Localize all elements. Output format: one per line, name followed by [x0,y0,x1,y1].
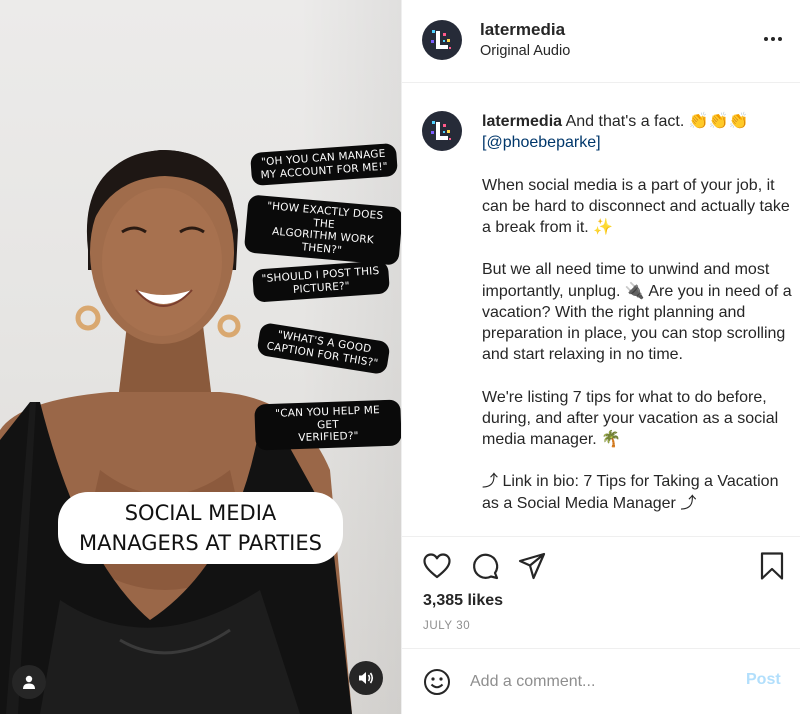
post-actions: 3,385 likes JULY 30 [402,536,800,648]
sound-toggle-button[interactable] [349,661,383,695]
emoji-icon[interactable] [422,667,452,697]
heart-icon[interactable] [422,551,452,581]
caption-paragraph: We're listing 7 tips for what to do befo… [482,388,779,448]
avatar[interactable] [422,111,462,151]
post-header: latermedia Original Audio [402,0,800,83]
more-options-button[interactable] [760,26,786,52]
comment-bar: Post [402,648,800,714]
mention-link[interactable]: [@phoebeparke] [482,134,601,151]
caption-paragraph: When social media is a part of your job,… [482,176,790,236]
post-date[interactable]: JULY 30 [423,620,470,632]
quote-bubble: "CAN YOU HELP ME GET VERIFIED?" [254,399,401,451]
account-username[interactable]: latermedia [480,20,565,40]
caption-paragraph: ⤴ Link in bio: 7 Tips for Taking a Vacat… [482,473,779,512]
audio-label[interactable]: Original Audio [480,43,570,59]
post-button[interactable]: Post [746,671,781,689]
later-logo [431,121,451,140]
caption-text: latermedia And that's a fact. 👏👏👏 [@phoe… [482,111,792,535]
caption-username[interactable]: latermedia [482,113,562,130]
more-dots-icon [764,37,782,41]
comment-icon[interactable] [470,551,500,581]
avatar[interactable] [422,20,462,60]
post-side-panel: latermedia Original Audio latermedia And… [401,0,800,714]
later-logo [431,30,451,49]
speaker-icon [359,672,374,684]
likes-count[interactable]: 3,385 likes [423,592,503,610]
video-caption: SOCIAL MEDIA MANAGERS AT PARTIES [58,492,343,564]
reel-video[interactable]: "OH YOU CAN MANAGE MY ACCOUNT FOR ME!" "… [0,0,401,714]
bookmark-icon[interactable] [757,551,787,581]
post-caption-area: latermedia And that's a fact. 👏👏👏 [@phoe… [402,84,800,536]
tagged-users-button[interactable] [12,665,46,699]
caption-intro: And that's a fact. 👏👏👏 [565,113,749,130]
caption-paragraph: But we all need time to unwind and most … [482,261,792,364]
person-icon [23,675,35,689]
share-icon[interactable] [517,551,547,581]
comment-input[interactable] [470,669,730,695]
